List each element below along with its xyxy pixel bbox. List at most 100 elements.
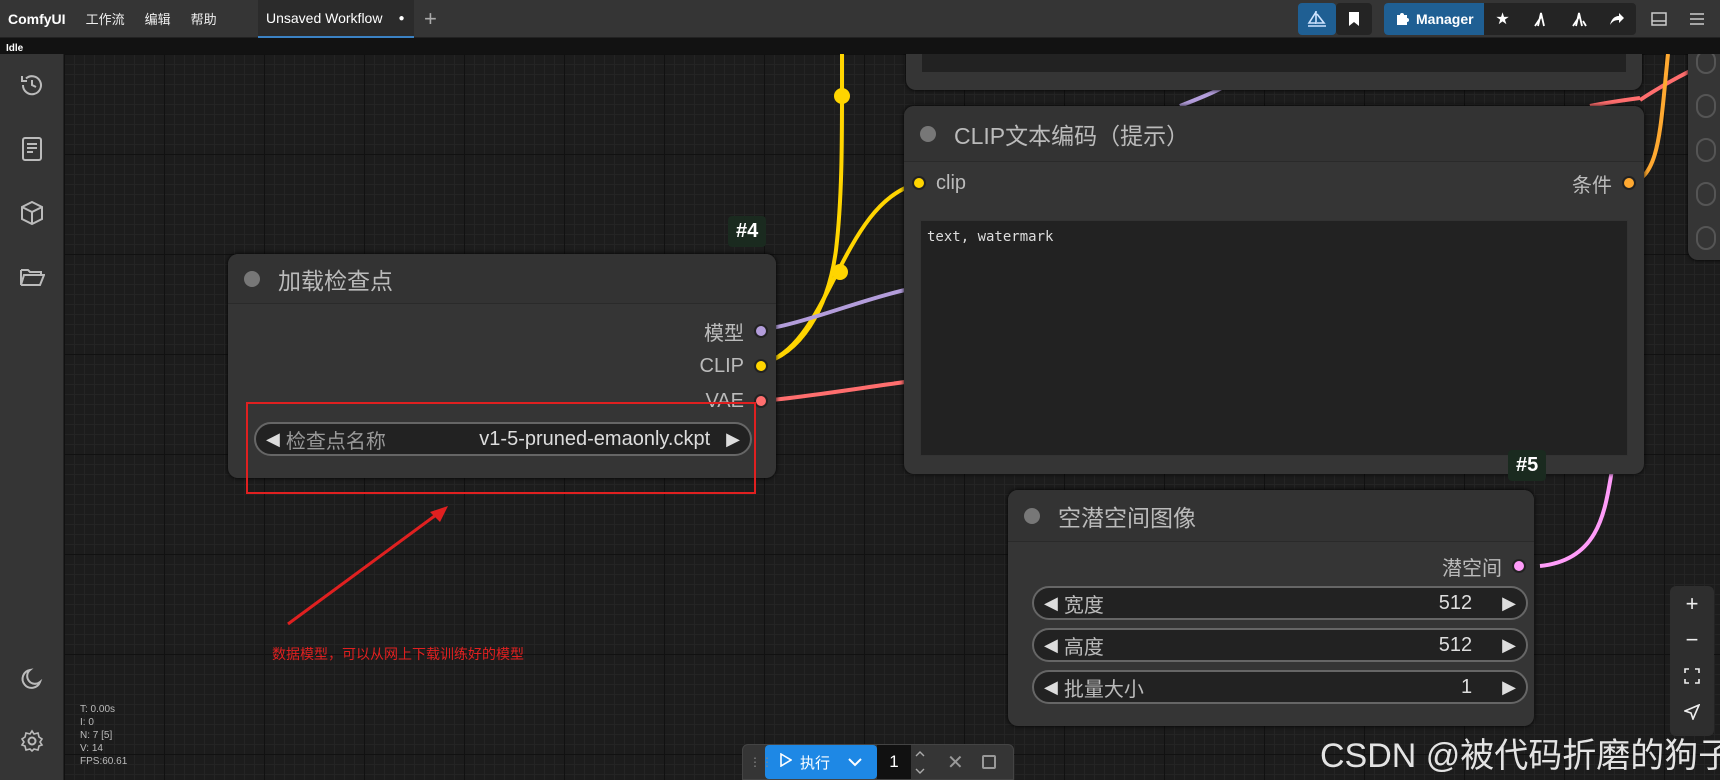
chevron-down-icon[interactable] (848, 754, 862, 771)
stat-time: T: 0.00s (80, 704, 116, 715)
stat-i: I: 0 (80, 717, 94, 728)
node-header[interactable]: CLIP文本编码（提示） (904, 106, 1644, 162)
annotation-arrowhead (430, 506, 448, 522)
stat-fps: FPS:60.61 (80, 756, 128, 767)
clip-slot-icon[interactable] (754, 359, 768, 373)
hamburger-menu-icon[interactable] (1678, 3, 1716, 35)
decrement-arrow-icon[interactable]: ◀ (1044, 677, 1058, 698)
menu-edit[interactable]: 编辑 (145, 9, 171, 28)
stat-nodes: N: 7 [5] (80, 730, 113, 741)
node-title: 空潜空间图像 (1058, 504, 1196, 531)
input-clip[interactable]: clip (912, 168, 966, 198)
clip-slot-icon[interactable] (912, 176, 926, 190)
sailboat-icon[interactable] (1298, 3, 1336, 35)
zoom-out-minus-icon[interactable]: − (1670, 622, 1714, 658)
output-label: CLIP (699, 354, 744, 377)
latent-slot-icon[interactable] (1512, 559, 1526, 573)
increment-arrow-icon[interactable]: ▶ (1502, 635, 1516, 656)
library-book-icon[interactable] (17, 134, 47, 164)
collapse-dot[interactable] (920, 125, 936, 142)
decrement-arrow-icon[interactable]: ◀ (1044, 593, 1058, 614)
render-stats: T: 0.00s I: 0 N: 7 [5] V: 14 FPS:60.61 (80, 703, 127, 768)
share-icon[interactable] (1598, 3, 1636, 35)
output-label: 条件 (1572, 174, 1612, 197)
output-conditioning[interactable]: 条件 (1572, 168, 1636, 198)
model-link (759, 288, 906, 332)
output-model[interactable]: 模型 (704, 316, 768, 346)
app-logo[interactable]: ComfyUI (8, 11, 66, 27)
decrement-arrow-icon[interactable]: ◀ (1044, 635, 1058, 656)
node-title: CLIP文本编码（提示） (954, 122, 1190, 149)
node-id-badge: #5 (1508, 450, 1547, 481)
collapse-dot[interactable] (244, 270, 260, 287)
prompt-textarea[interactable]: text, watermark (920, 220, 1628, 456)
empty-latent-image-node[interactable]: 空潜空间图像 潜空间 ◀ 宽度 512 ▶ ◀ 高度 512 ▶ ◀ 批量大小 … (1008, 490, 1534, 726)
new-tab-plus-icon[interactable]: + (424, 6, 437, 32)
model-cube-icon[interactable] (17, 198, 47, 228)
left-sidebar (0, 54, 64, 780)
theme-moon-icon[interactable] (17, 664, 47, 694)
toolbar-group-1 (1298, 3, 1336, 35)
latent-link (1539, 469, 1614, 568)
node-header[interactable]: 加载检查点 (228, 254, 776, 304)
settings-gear-icon[interactable] (17, 726, 47, 756)
link-midpoint (834, 88, 850, 104)
increment-arrow-icon[interactable]: ▶ (1502, 677, 1516, 698)
canvas-controls: + − (1670, 586, 1714, 736)
unsaved-dot-icon[interactable]: ● (398, 13, 404, 24)
node-header[interactable]: 空潜空间图像 (1008, 490, 1534, 542)
status-strip: Idle (0, 38, 1720, 54)
increment-arrow-icon[interactable]: ▶ (1502, 593, 1516, 614)
manager-button[interactable]: Manager (1384, 3, 1484, 35)
annotation-arrow (287, 510, 441, 626)
output-latent[interactable]: 潜空间 (1442, 551, 1526, 581)
stat-v: V: 14 (80, 743, 103, 754)
play-icon (780, 752, 793, 771)
manager-group: Manager ★ (1384, 3, 1636, 35)
model-slot-icon[interactable] (754, 324, 768, 338)
output-label: 模型 (704, 322, 744, 345)
toolbar-right (1298, 3, 1372, 35)
stop-square-icon[interactable] (981, 755, 996, 769)
menu-help[interactable]: 帮助 (191, 9, 217, 28)
bookmark-icon[interactable] (1336, 3, 1372, 35)
cancel-x-icon[interactable]: ✕ (947, 750, 964, 775)
batch-stepper[interactable] (911, 745, 929, 779)
widget-label: 批量大小 (1063, 678, 1144, 701)
comfyui-app: #4 加载检查点 模型 CLIP VAE ◀ 检查点名称 v1-5-pruned… (0, 0, 1720, 780)
navigate-arrow-icon[interactable] (1670, 694, 1714, 730)
output-clip[interactable]: CLIP (700, 351, 768, 381)
zoom-in-plus-icon[interactable]: + (1670, 586, 1714, 622)
batch-size-number-widget[interactable]: ◀ 批量大小 1 ▶ (1032, 670, 1528, 704)
height-number-widget[interactable]: ◀ 高度 512 ▶ (1032, 628, 1528, 662)
batch-count-input[interactable]: 1 (877, 745, 911, 779)
conditioning-slot-icon[interactable] (1622, 176, 1636, 190)
clip-text-encode-node[interactable]: CLIP文本编码（提示） clip 条件 text, watermark (904, 106, 1644, 474)
hub-alt-icon[interactable] (1560, 3, 1598, 35)
link-midpoint (832, 264, 848, 280)
workflow-tab[interactable]: Unsaved Workflow ● (258, 0, 414, 38)
menu-workflow[interactable]: 工作流 (86, 9, 125, 28)
status-text: Idle (6, 43, 24, 54)
folder-open-icon[interactable] (17, 262, 47, 292)
output-label: 潜空间 (1442, 557, 1502, 580)
bottom-panel-toggle-icon[interactable] (1640, 3, 1678, 35)
vae-slot-icon[interactable] (754, 394, 768, 408)
drag-handle-icon[interactable]: ⋮⋮ (749, 755, 773, 769)
width-number-widget[interactable]: ◀ 宽度 512 ▶ (1032, 586, 1528, 620)
queue-run-bar: ⋮⋮ 执行 1 ✕ (742, 744, 1014, 780)
input-label: clip (936, 171, 967, 194)
vae-link-upper2 (1589, 96, 1641, 108)
tab-title: Unsaved Workflow (266, 10, 383, 26)
widget-value: 512 (1438, 591, 1473, 614)
node-id-badge: #4 (728, 216, 767, 247)
star-icon[interactable]: ★ (1484, 3, 1522, 35)
run-button[interactable]: 执行 (765, 745, 877, 779)
manager-label: Manager (1416, 11, 1474, 27)
partial-node-right[interactable] (1688, 40, 1720, 260)
collapse-dot[interactable] (1024, 507, 1040, 524)
fit-view-icon[interactable] (1670, 658, 1714, 694)
widget-value: 1 (1461, 675, 1473, 698)
history-icon[interactable] (17, 70, 47, 100)
hub-icon[interactable] (1522, 3, 1560, 35)
